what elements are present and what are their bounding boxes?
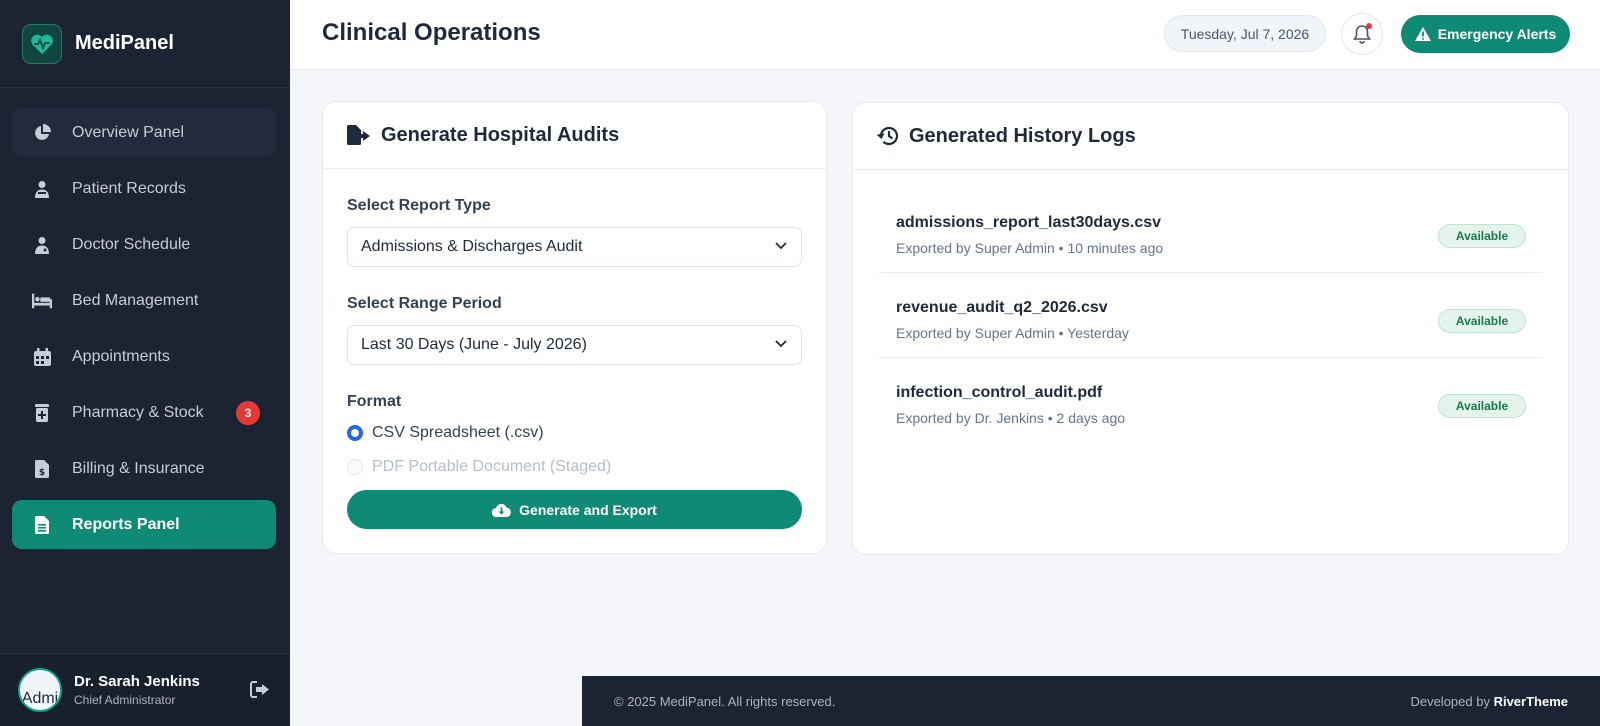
brand-name: MediPanel bbox=[75, 32, 174, 54]
range-period-value: Last 30 Days (June - July 2026) bbox=[361, 336, 587, 353]
audit-form: Select Report Type Admissions & Discharg… bbox=[323, 169, 826, 479]
sidebar-item-reports-panel[interactable]: Reports Panel bbox=[12, 500, 276, 549]
log-item[interactable]: admissions_report_last30days.csv Exporte… bbox=[879, 188, 1542, 273]
brand[interactable]: MediPanel bbox=[0, 0, 290, 88]
format-option-label: CSV Spreadsheet (.csv) bbox=[372, 424, 544, 441]
card-header: Generated History Logs bbox=[853, 103, 1568, 170]
svg-text:$: $ bbox=[39, 468, 45, 478]
emergency-alerts-button[interactable]: Emergency Alerts bbox=[1401, 15, 1570, 53]
user-profile: Admi Dr. Sarah Jenkins Chief Administrat… bbox=[0, 653, 290, 726]
sidebar-item-billing-insurance[interactable]: $ Billing & Insurance bbox=[12, 444, 276, 493]
footer-credit: Developed by RiverTheme bbox=[1410, 694, 1568, 709]
sidebar-item-label: Doctor Schedule bbox=[72, 235, 191, 253]
footer: © 2025 MediPanel. All rights reserved. D… bbox=[582, 676, 1600, 726]
status-badge: Available bbox=[1438, 394, 1526, 418]
page-title: Clinical Operations bbox=[322, 19, 541, 46]
range-period-label: Select Range Period bbox=[347, 295, 502, 312]
user-meta: Dr. Sarah Jenkins Chief Administrator bbox=[74, 673, 200, 707]
sidebar-nav: Overview Panel Patient Records Doctor Sc… bbox=[0, 88, 290, 549]
sidebar-item-label: Appointments bbox=[72, 347, 170, 365]
heart-pulse-icon bbox=[22, 23, 62, 64]
log-item[interactable]: infection_control_audit.pdf Exported by … bbox=[879, 358, 1542, 443]
sidebar-item-label: Pharmacy & Stock bbox=[72, 403, 204, 421]
sidebar-item-label: Overview Panel bbox=[72, 123, 185, 141]
sidebar: MediPanel Overview Panel Patient Records… bbox=[0, 0, 290, 726]
top-header: Clinical Operations Tuesday, Jul 7, 2026… bbox=[290, 0, 1600, 70]
radio-button-selected[interactable] bbox=[347, 425, 363, 441]
calendar-icon bbox=[32, 347, 52, 367]
card-title: Generated History Logs bbox=[909, 124, 1136, 147]
sidebar-item-label: Reports Panel bbox=[72, 515, 180, 533]
card-title: Generate Hospital Audits bbox=[381, 123, 620, 146]
history-log-list: admissions_report_last30days.csv Exporte… bbox=[853, 170, 1568, 443]
emergency-alerts-label: Emergency Alerts bbox=[1437, 26, 1557, 42]
user-doctor-icon bbox=[32, 235, 52, 255]
footer-copyright: © 2025 MediPanel. All rights reserved. bbox=[614, 693, 836, 709]
pie-chart-icon bbox=[32, 123, 52, 143]
file-export-icon bbox=[347, 125, 370, 145]
radio-button-disabled bbox=[347, 459, 363, 475]
user-name: Dr. Sarah Jenkins bbox=[74, 673, 200, 690]
chevron-down-icon bbox=[775, 242, 787, 250]
chevron-down-icon bbox=[775, 340, 787, 348]
history-logs-card: Generated History Logs admissions_report… bbox=[852, 102, 1569, 555]
report-type-select[interactable]: Admissions & Discharges Audit bbox=[347, 227, 802, 267]
sidebar-item-pharmacy-stock[interactable]: Pharmacy & Stock 3 bbox=[12, 388, 276, 437]
card-header: Generate Hospital Audits bbox=[323, 102, 826, 169]
generate-export-label: Generate and Export bbox=[519, 501, 657, 518]
invoice-dollar-icon: $ bbox=[32, 459, 52, 479]
date-display: Tuesday, Jul 7, 2026 bbox=[1164, 15, 1326, 52]
range-period-select[interactable]: Last 30 Days (June - July 2026) bbox=[347, 325, 802, 365]
notification-badge: 3 bbox=[236, 401, 260, 425]
file-icon bbox=[32, 515, 52, 535]
sidebar-item-label: Billing & Insurance bbox=[72, 459, 205, 477]
format-option-csv[interactable]: CSV Spreadsheet (.csv) bbox=[347, 421, 802, 445]
sidebar-item-label: Patient Records bbox=[72, 179, 186, 197]
avatar-alt-text: Admi bbox=[21, 689, 59, 707]
sidebar-item-bed-management[interactable]: Bed Management bbox=[12, 276, 276, 325]
history-icon bbox=[877, 126, 899, 146]
medkit-icon bbox=[32, 403, 52, 423]
generate-audits-card: Generate Hospital Audits Select Report T… bbox=[322, 101, 827, 554]
sidebar-item-label: Bed Management bbox=[72, 291, 199, 309]
status-badge: Available bbox=[1438, 224, 1526, 248]
logout-icon[interactable] bbox=[250, 681, 270, 703]
format-option-pdf: PDF Portable Document (Staged) bbox=[347, 455, 802, 479]
format-label: Format bbox=[347, 393, 402, 410]
generate-export-button[interactable]: Generate and Export bbox=[347, 490, 802, 529]
status-badge: Available bbox=[1438, 309, 1526, 333]
sidebar-item-overview[interactable]: Overview Panel bbox=[12, 108, 276, 157]
cloud-download-icon bbox=[492, 503, 512, 517]
sidebar-item-doctor-schedule[interactable]: Doctor Schedule bbox=[12, 220, 276, 269]
log-item[interactable]: revenue_audit_q2_2026.csv Exported by Su… bbox=[879, 273, 1542, 358]
user-role: Chief Administrator bbox=[74, 693, 176, 707]
warning-icon bbox=[1414, 27, 1431, 41]
developer-link[interactable]: RiverTheme bbox=[1494, 694, 1568, 709]
avatar[interactable]: Admi bbox=[18, 668, 62, 712]
footer-credit-prefix: Developed by bbox=[1410, 693, 1494, 709]
report-type-value: Admissions & Discharges Audit bbox=[361, 238, 583, 255]
notification-dot bbox=[1366, 23, 1372, 29]
format-option-label: PDF Portable Document (Staged) bbox=[372, 458, 612, 475]
sidebar-item-appointments[interactable]: Appointments bbox=[12, 332, 276, 381]
sidebar-item-patient-records[interactable]: Patient Records bbox=[12, 164, 276, 213]
user-injured-icon bbox=[32, 179, 52, 199]
report-type-label: Select Report Type bbox=[347, 197, 491, 214]
notifications-button[interactable] bbox=[1341, 13, 1383, 55]
bed-icon bbox=[32, 291, 52, 311]
